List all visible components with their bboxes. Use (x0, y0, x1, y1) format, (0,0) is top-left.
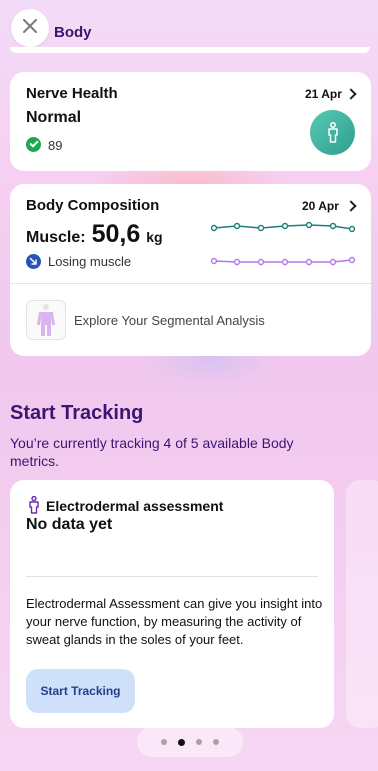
muscle-sparkline (210, 221, 356, 266)
muscle-label: Muscle: (26, 229, 86, 246)
close-button[interactable] (11, 9, 49, 47)
trend-down-icon (26, 254, 41, 269)
trend-text: Losing muscle (48, 254, 132, 269)
nerve-health-date: 21 Apr (305, 87, 342, 101)
electrodermal-title: Electrodermal assessment (46, 498, 224, 514)
carousel-pager[interactable] (137, 727, 243, 757)
nerve-health-card[interactable]: Nerve Health 21 Apr Normal 89 (10, 72, 371, 171)
electrodermal-status: No data yet (26, 516, 113, 533)
nerve-health-title: Nerve Health (26, 85, 118, 102)
divider (10, 283, 371, 284)
electrodermal-description: Electrodermal Assessment can give you in… (26, 596, 323, 647)
muscle-unit: kg (146, 229, 163, 245)
start-tracking-button[interactable]: Start Tracking (26, 669, 135, 713)
nerve-health-score: 89 (48, 138, 63, 153)
muscle-reading: Muscle: 50,6 kg (26, 220, 163, 249)
body-composition-title: Body Composition (26, 197, 160, 214)
divider (26, 576, 318, 577)
close-icon (23, 18, 37, 38)
section-title: Start Tracking (10, 402, 144, 424)
muscle-value: 50,6 (91, 220, 141, 248)
chevron-right-icon (345, 200, 357, 212)
pager-dot[interactable] (161, 739, 167, 745)
page-title: Body (54, 24, 92, 41)
body-figure-icon (26, 300, 66, 340)
electrodermal-card: Electrodermal assessment No data yet Ele… (10, 480, 334, 728)
body-composition-card[interactable]: Body Composition 20 Apr Muscle: 50,6 kg … (10, 184, 371, 356)
pager-dot[interactable] (196, 739, 202, 745)
previous-card-edge (10, 47, 370, 53)
explore-segmental-link[interactable]: Explore Your Segmental Analysis (74, 313, 265, 328)
section-subtitle: You’re currently tracking 4 of 5 availab… (10, 435, 294, 469)
pager-dot[interactable] (213, 739, 219, 745)
next-card-peek[interactable] (346, 480, 378, 728)
nerve-health-status: Normal (26, 109, 82, 126)
pager-dot-active[interactable] (178, 738, 185, 746)
body-composition-date: 20 Apr (302, 199, 339, 213)
person-icon (310, 110, 355, 155)
check-icon (26, 137, 41, 152)
chevron-right-icon (345, 88, 357, 100)
